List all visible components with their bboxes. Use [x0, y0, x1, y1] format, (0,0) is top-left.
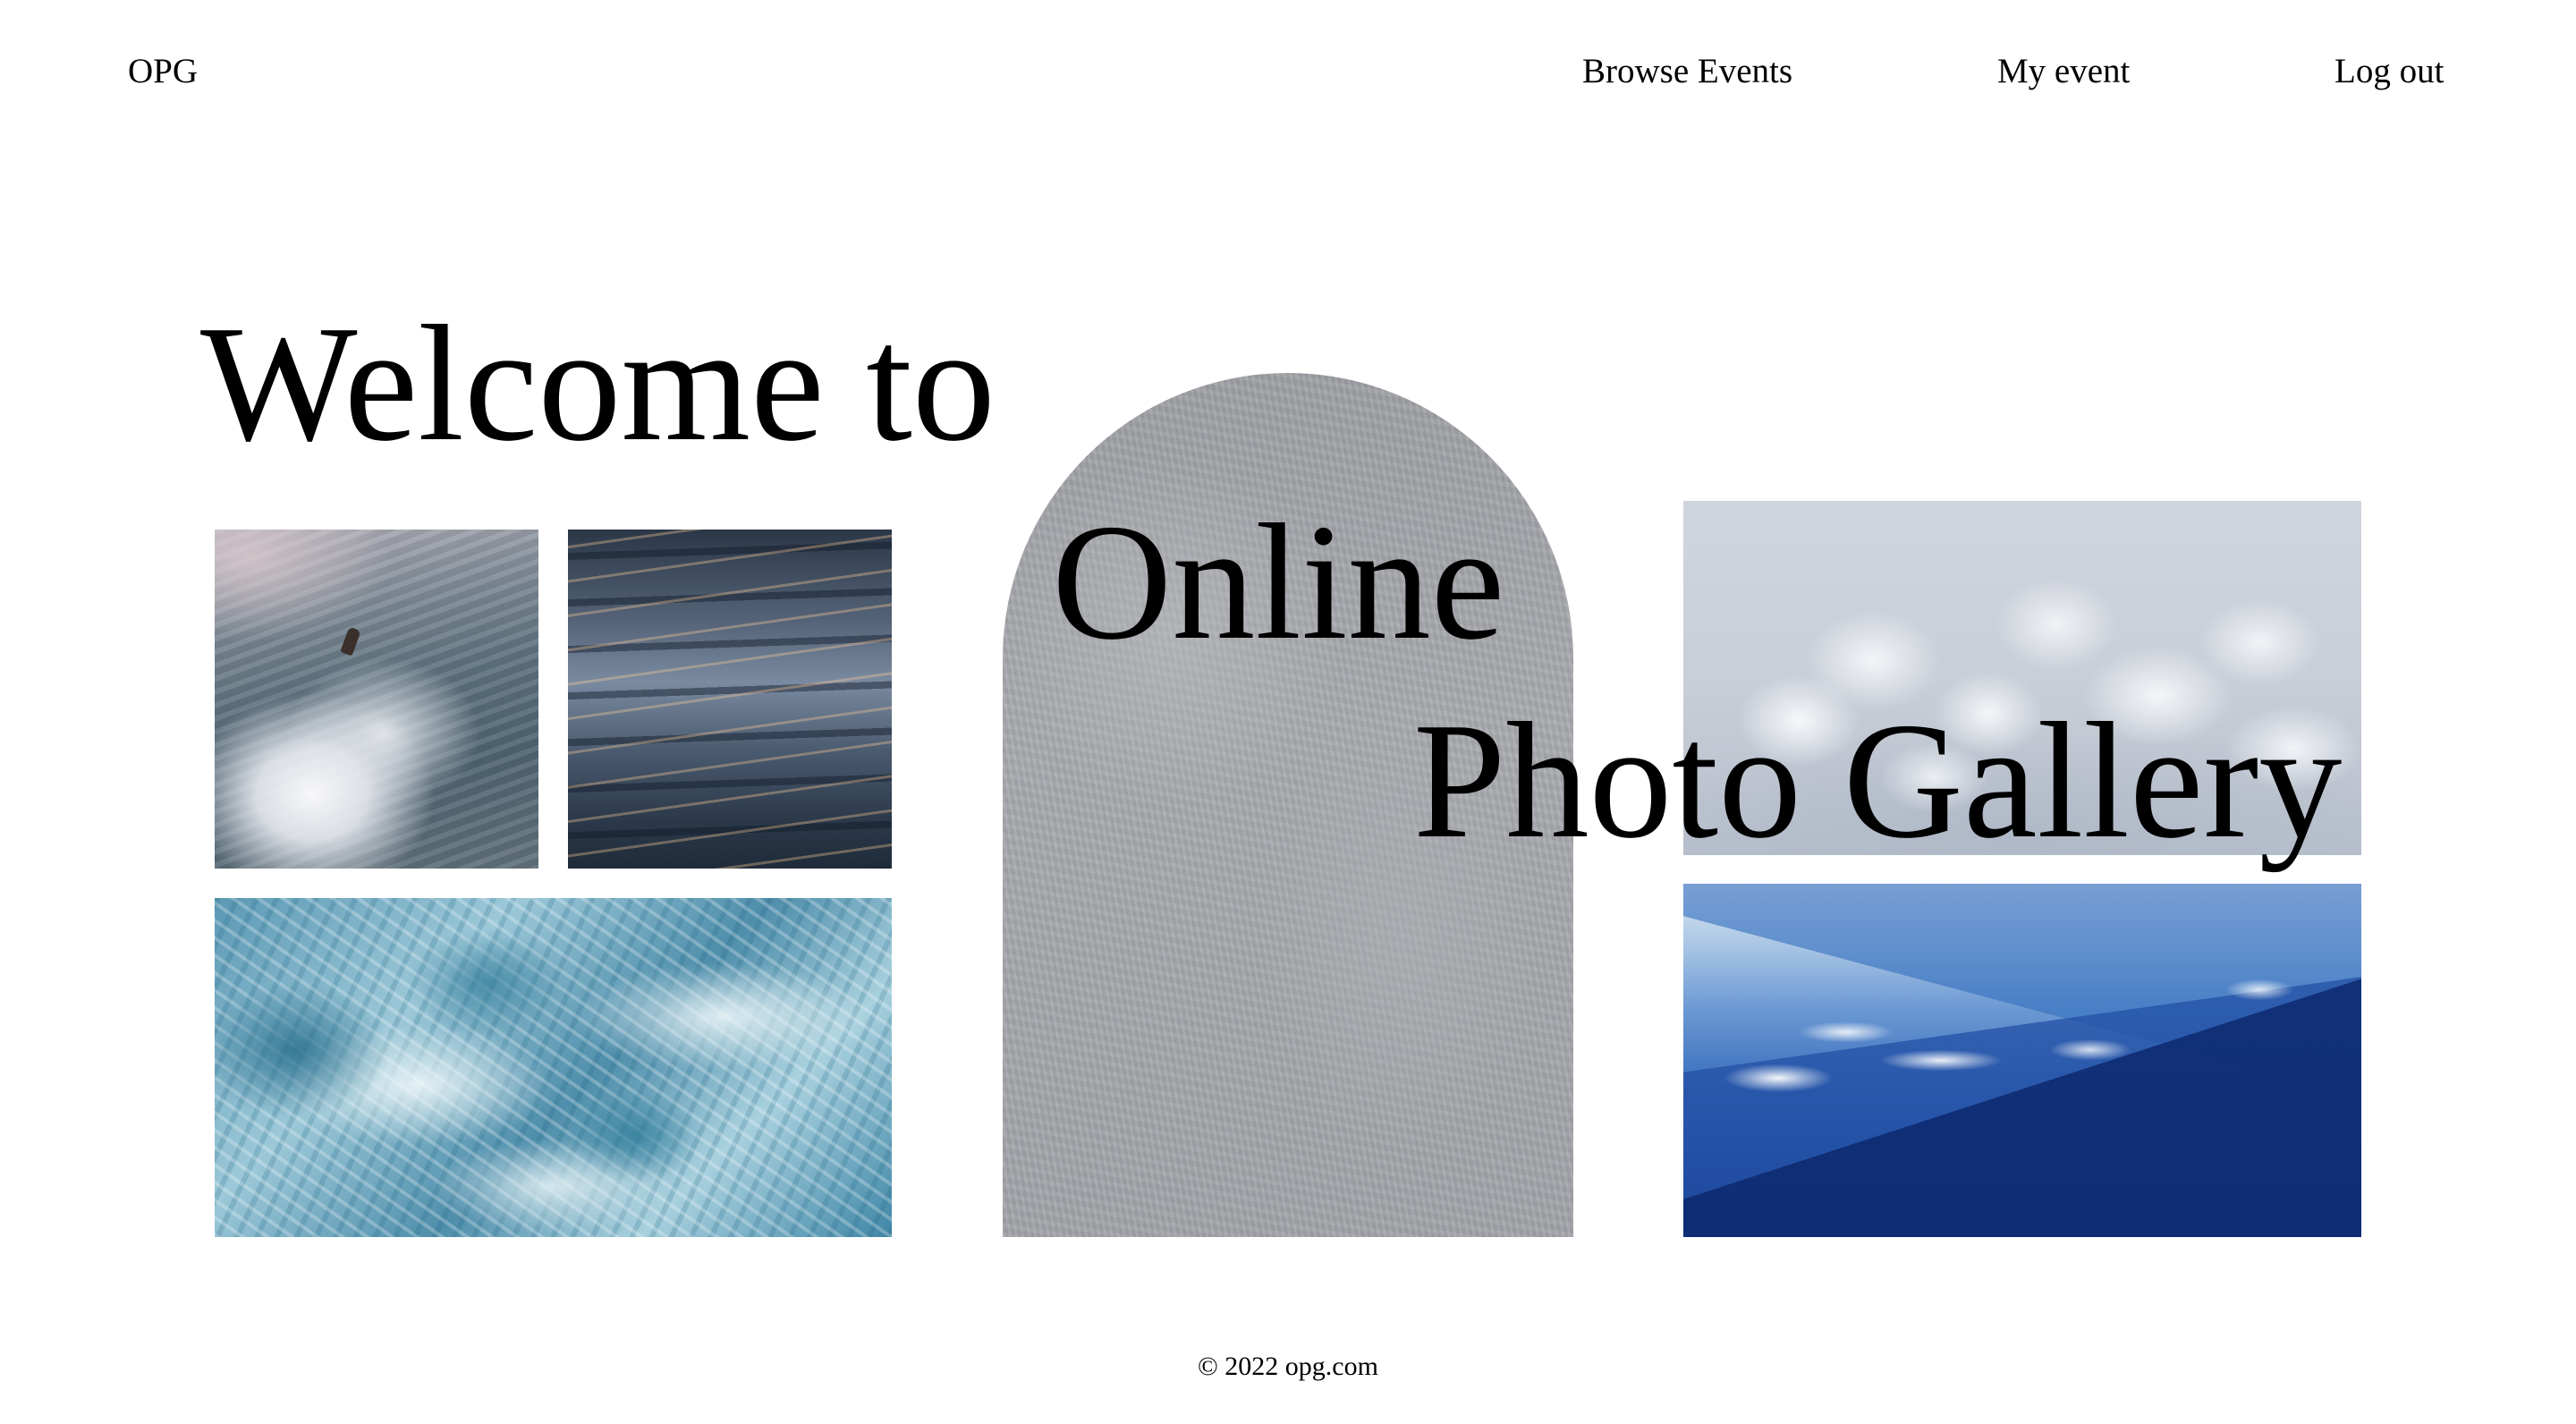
hero-title-line-2: Online	[1052, 490, 1505, 674]
hero-title-line-1: Welcome to	[200, 292, 996, 476]
nav-link-browse-events[interactable]: Browse Events	[1582, 48, 1792, 95]
nav-link-my-event[interactable]: My event	[1997, 48, 2130, 95]
blue-mountains-photo	[1683, 884, 2361, 1237]
surfer-wave-photo	[215, 530, 538, 869]
nav-link-log-out[interactable]: Log out	[2334, 48, 2444, 95]
surfer-figure	[340, 626, 361, 657]
footer-copyright: © 2022 opg.com	[1198, 1352, 1378, 1381]
site-logo[interactable]: OPG	[128, 48, 198, 95]
hero-title-line-3: Photo Gallery	[1413, 689, 2343, 873]
water-ripples-photo	[568, 530, 892, 869]
ocean-foam-photo	[215, 898, 892, 1237]
